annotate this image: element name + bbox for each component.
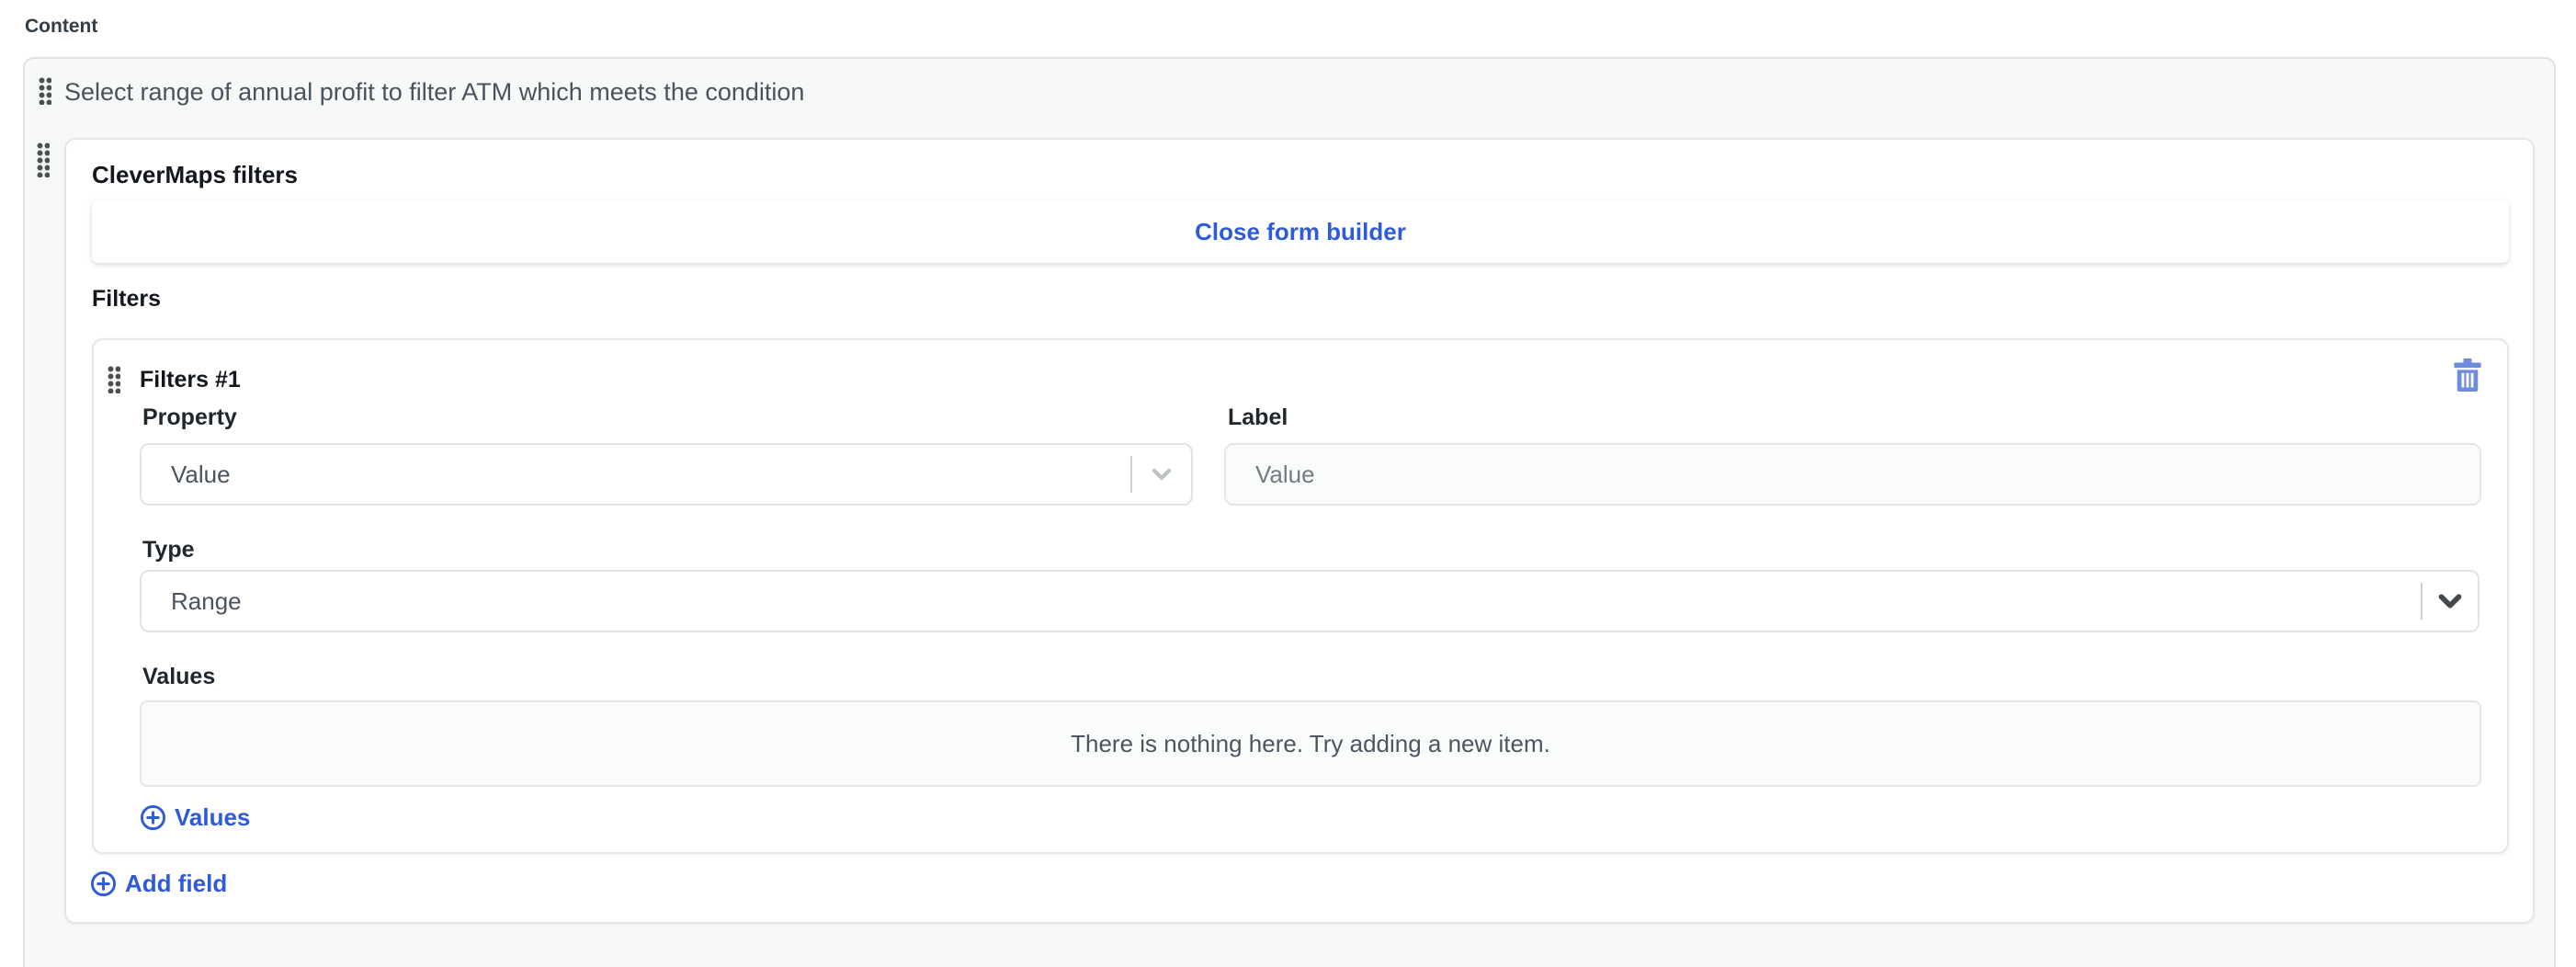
values-field-label: Values — [142, 664, 215, 690]
add-values-label: Values — [175, 803, 250, 832]
chevron-down-icon — [2423, 584, 2478, 619]
trash-icon — [2453, 358, 2482, 392]
form-builder-screen: Content Select range of annual profit to… — [0, 0, 2576, 967]
drag-handle-icon[interactable] — [37, 142, 50, 177]
section-title: CleverMaps filters — [92, 161, 298, 189]
content-section-label: Content — [25, 16, 97, 38]
drag-handle-icon[interactable] — [39, 77, 51, 105]
values-empty-state: There is nothing here. Try adding a new … — [140, 700, 2481, 787]
close-form-builder-label: Close form builder — [1195, 218, 1406, 246]
label-field-label: Label — [1228, 404, 1288, 431]
filter-card-title: Filters #1 — [140, 367, 241, 393]
type-field-label: Type — [142, 537, 195, 563]
component-row-title: Select range of annual profit to filter … — [64, 78, 804, 107]
property-select[interactable]: Value — [140, 443, 1193, 506]
plus-circle-icon — [90, 870, 117, 897]
drag-handle-icon[interactable] — [108, 366, 120, 393]
label-input[interactable] — [1224, 443, 2481, 506]
type-select-value: Range — [142, 587, 2421, 616]
empty-state-text: There is nothing here. Try adding a new … — [1071, 730, 1550, 758]
add-field-label: Add field — [125, 870, 227, 898]
delete-filter-button[interactable] — [2448, 357, 2487, 393]
filters-heading: Filters — [92, 286, 161, 313]
plus-circle-icon — [140, 804, 166, 831]
chevron-down-icon — [1132, 460, 1191, 489]
add-values-button[interactable]: Values — [140, 803, 250, 832]
close-form-builder-button[interactable]: Close form builder — [92, 200, 2509, 263]
property-select-value: Value — [142, 461, 1130, 489]
add-field-button[interactable]: Add field — [90, 870, 227, 898]
property-field-label: Property — [142, 404, 237, 431]
type-select[interactable]: Range — [140, 570, 2480, 632]
